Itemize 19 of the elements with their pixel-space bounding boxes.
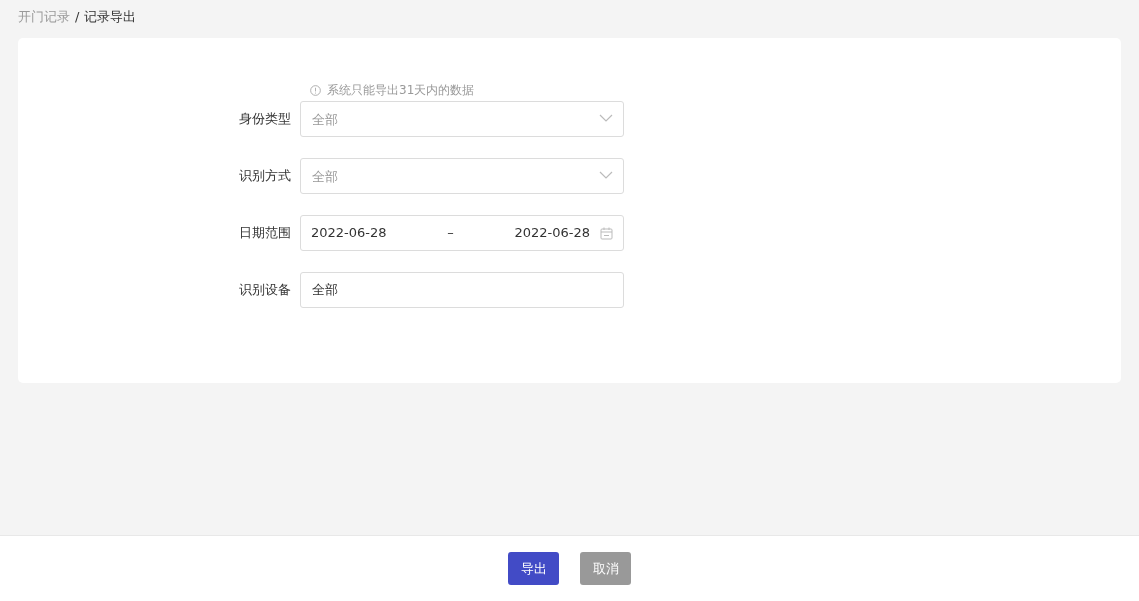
info-icon <box>310 84 321 96</box>
chevron-down-icon <box>599 171 613 179</box>
range-separator: – <box>446 224 455 243</box>
start-date-input[interactable]: 2022-06-28 <box>311 223 407 243</box>
field-label: 识别设备 <box>238 280 292 299</box>
input-field[interactable]: 全部 <box>300 272 624 308</box>
field-label: 识别方式 <box>238 166 292 185</box>
date-range-field[interactable]: 2022-06-28 – 2022-06-28 <box>300 215 624 251</box>
end-date-input[interactable]: 2022-06-28 <box>494 223 590 243</box>
select-field[interactable]: 全部 <box>300 158 624 194</box>
export-button[interactable]: 导出 <box>508 552 559 585</box>
breadcrumb-current: 记录导出 <box>84 9 137 24</box>
breadcrumb-separator: / <box>75 9 80 24</box>
select-field[interactable]: 全部 <box>300 101 624 137</box>
field-label: 日期范围 <box>238 223 292 242</box>
notice-text: 系统只能导出31天内的数据 <box>327 82 475 99</box>
field-label: 身份类型 <box>238 109 292 128</box>
chevron-down-icon <box>599 114 613 122</box>
calendar-icon <box>600 226 613 240</box>
